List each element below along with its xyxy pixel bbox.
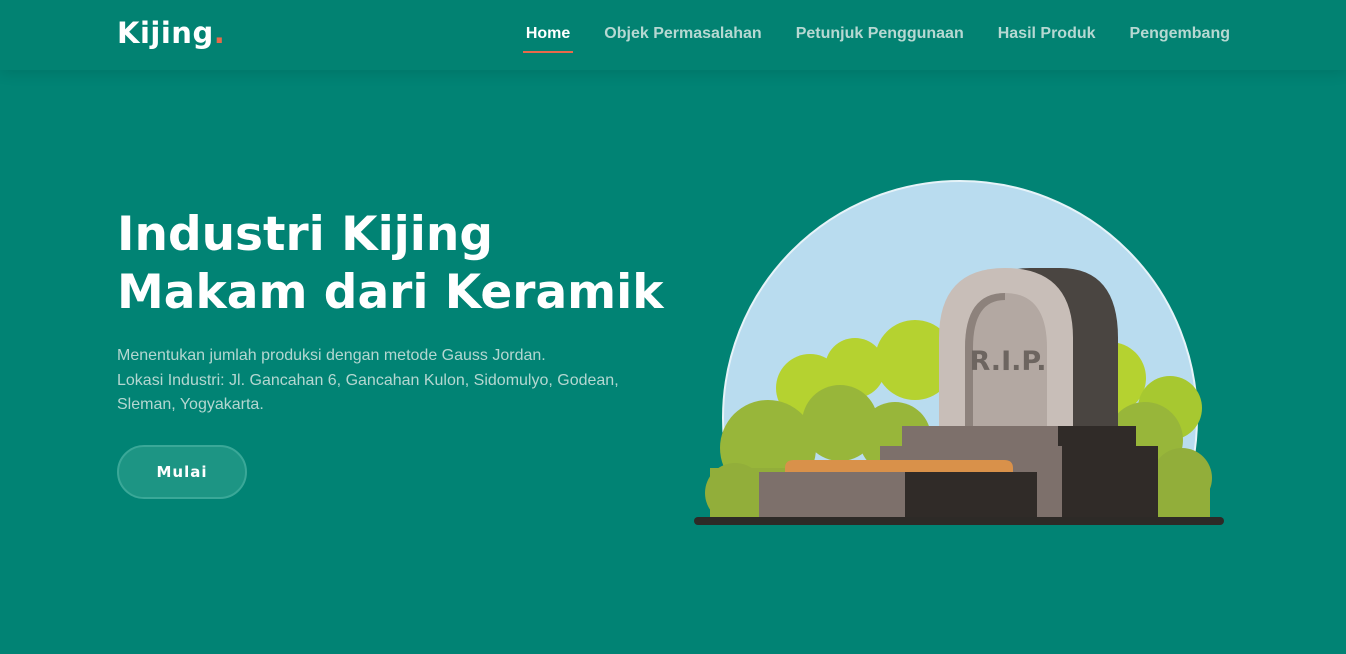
hero-description-line-3: Sleman, Yogyakarta. [117, 396, 264, 413]
nav-item-petunjuk-penggunaan[interactable]: Petunjuk Penggunaan [796, 25, 964, 43]
hero-description-line-2: Lokasi Industri: Jl. Gancahan 6, Gancaha… [117, 371, 619, 389]
tombstone-illustration: R.I.P. [694, 180, 1224, 525]
hero-description: Menentukan jumlah produksi dengan metode… [117, 344, 677, 418]
tombstone-label: R.I.P. [970, 346, 1047, 377]
ground-line [694, 517, 1224, 525]
brand-logo-text: Kijing [117, 16, 214, 50]
hero-title: Industri Kijing Makam dari Keramik [117, 206, 677, 322]
nav-item-pengembang[interactable]: Pengembang [1130, 25, 1230, 43]
hero-title-line-1: Industri Kijing [117, 207, 493, 262]
main-nav: Home Objek Permasalahan Petunjuk Penggun… [522, 25, 1230, 53]
brand-logo[interactable]: Kijing. [117, 16, 225, 50]
tombstone: R.I.P. [939, 268, 1118, 430]
nav-item-objek-permasalahan[interactable]: Objek Permasalahan [604, 25, 761, 43]
nav-item-home[interactable]: Home [522, 25, 574, 53]
brand-logo-dot: . [213, 16, 226, 50]
nav-item-hasil-produk[interactable]: Hasil Produk [998, 25, 1096, 43]
hero-description-line-1: Menentukan jumlah produksi dengan metode… [117, 347, 546, 364]
start-button[interactable]: Mulai [117, 445, 247, 499]
hero-title-line-2: Makam dari Keramik [117, 265, 664, 320]
top-navbar: Kijing. Home Objek Permasalahan Petunjuk… [0, 0, 1346, 70]
